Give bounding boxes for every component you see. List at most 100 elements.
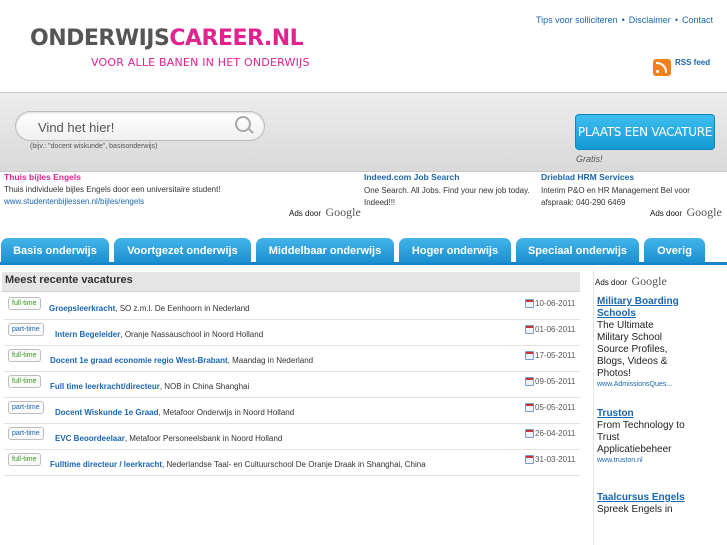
ads-by-google-right[interactable]: Ads door Google <box>650 203 722 221</box>
job-type-badge: full-time <box>8 375 41 388</box>
vacancy-location: Noord Holland <box>212 330 264 339</box>
vacancy-org: Metafoor Onderwijs <box>162 408 233 417</box>
vacancy-location: Shanghai, China <box>366 460 426 469</box>
link-separator: • <box>674 15 678 25</box>
vacancy-date: 10-06-2011 <box>535 299 576 308</box>
ads-by-label: Ads door <box>289 209 322 218</box>
logo-text-part1: ONDERWIJS <box>30 26 170 51</box>
sidebar-ad: Taalcursus Engels Spreek Engels in <box>594 492 686 516</box>
vacancy-title-link[interactable]: Groepsleerkracht <box>49 304 115 313</box>
link-tips[interactable]: Tips voor solliciteren <box>536 15 618 25</box>
site-logo[interactable]: ONDERWIJSCAREER.NL <box>30 26 304 51</box>
vacancy-date: 05-05-2011 <box>535 403 576 412</box>
calendar-icon <box>525 455 534 464</box>
ad-url[interactable]: www.truston.nl <box>597 456 686 466</box>
vacancy-title-link[interactable]: Docent 1e graad economie regio West-Brab… <box>50 356 228 365</box>
vacancy-date: 09-05-2011 <box>535 377 576 386</box>
vacancy-title-link[interactable]: Fulltime directeur / leerkracht <box>50 460 162 469</box>
vacancy-text: Docent 1e graad economie regio West-Brab… <box>50 356 314 365</box>
vacancy-in: in <box>203 330 210 339</box>
rss-icon[interactable] <box>653 59 671 76</box>
tab-middelbaar-onderwijs[interactable]: Middelbaar onderwijs <box>256 238 394 263</box>
ad-title[interactable]: Taalcursus Engels <box>597 492 686 504</box>
calendar-icon <box>525 299 534 308</box>
vacancy-text: Docent Wiskunde 1e Graad, Metafoor Onder… <box>55 408 295 417</box>
vacancy-date: 26-04-2011 <box>535 429 576 438</box>
ads-by-google-left[interactable]: Ads door Google <box>289 203 361 221</box>
job-type-badge: part-time <box>8 323 44 336</box>
sidebar-ad: Truston From Technology to Trust Applica… <box>594 408 686 466</box>
vacancy-row[interactable]: full-time Fulltime directeur / leerkrach… <box>4 450 580 476</box>
job-type-badge: part-time <box>8 427 44 440</box>
ad-url[interactable]: www.AdmissionsQues... <box>597 380 686 390</box>
google-logo: Google <box>325 205 361 219</box>
link-separator: • <box>621 15 625 25</box>
vacancy-row[interactable]: full-time Docent 1e graad economie regio… <box>4 346 580 372</box>
vacancy-text: Fulltime directeur / leerkracht, Nederla… <box>50 460 426 469</box>
calendar-icon <box>525 377 534 386</box>
vacancy-in: in <box>204 304 211 313</box>
calendar-icon <box>525 325 534 334</box>
vacancy-org: NOB <box>164 382 182 391</box>
ad-title[interactable]: Military Boarding Schools <box>597 296 686 320</box>
ad-body: One Search. All Jobs. Find your new job … <box>364 186 530 207</box>
ad-title[interactable]: Truston <box>597 408 686 420</box>
ad-body: From Technology to Trust Applicatiebehee… <box>597 420 685 455</box>
ad-body: Thuis individuele bijles Engels door een… <box>4 185 221 194</box>
search-icon[interactable] <box>235 116 251 132</box>
vacancy-title-link[interactable]: EVC Beoordeelaar <box>55 434 125 443</box>
tab-overig[interactable]: Overig <box>644 238 705 263</box>
rss-feed-link[interactable]: RSS feed <box>675 58 710 67</box>
vacancy-row[interactable]: part-time Docent Wiskunde 1e Graad, Meta… <box>4 398 580 424</box>
tab-basis-onderwijs[interactable]: Basis onderwijs <box>1 238 109 263</box>
ads-by-label: Ads door <box>650 209 683 218</box>
post-vacancy-button[interactable]: PLAATS EEN VACATURE <box>575 114 715 150</box>
job-type-badge: full-time <box>8 349 41 362</box>
vacancy-row[interactable]: part-time EVC Beoordeelaar, Metafoor Per… <box>4 424 580 450</box>
sidebar-ad: Military Boarding Schools The Ultimate M… <box>594 296 686 390</box>
vacancy-in: in <box>234 408 241 417</box>
vacancy-location: Nederland <box>276 356 314 365</box>
link-disclaimer[interactable]: Disclaimer <box>629 15 671 25</box>
vacancy-location: China Shanghai <box>192 382 250 391</box>
vacancy-date: 17-05-2011 <box>535 351 576 360</box>
vacancy-org: Maandag <box>232 356 266 365</box>
vacancy-location: Noord Holland <box>243 408 295 417</box>
search-input[interactable] <box>36 116 230 138</box>
ads-by-label: Ads door <box>595 278 628 287</box>
calendar-icon <box>525 429 534 438</box>
vacancy-title-link[interactable]: Full time leerkracht/directeur <box>50 382 160 391</box>
job-type-badge: full-time <box>8 453 41 466</box>
vacancy-org: Nederlandse Taal- en Cultuurschool De Or… <box>166 460 356 469</box>
ad-title[interactable]: Thuis bijles Engels <box>4 172 356 182</box>
vacancy-title-link[interactable]: Docent Wiskunde 1e Graad <box>55 408 159 417</box>
ad-title[interactable]: Drieblad HRM Services <box>541 172 719 182</box>
vacancy-in: in <box>358 460 365 469</box>
tab-hoger-onderwijs[interactable]: Hoger onderwijs <box>399 238 511 263</box>
vacancy-row[interactable]: full-time Full time leerkracht/directeur… <box>4 372 580 398</box>
vacancy-row[interactable]: part-time Intern Begeleider, Oranje Nass… <box>4 320 580 346</box>
search-box <box>15 111 265 141</box>
google-logo: Google <box>686 205 722 219</box>
list-title: Meest recente vacatures <box>5 274 133 286</box>
vacancy-org: Oranje Nassauschool <box>124 330 202 339</box>
vacancy-text: Full time leerkracht/directeur, NOB in C… <box>50 382 250 391</box>
link-contact[interactable]: Contact <box>682 15 713 25</box>
vacancy-title-link[interactable]: Intern Begeleider <box>55 330 120 339</box>
tab-voortgezet-onderwijs[interactable]: Voortgezet onderwijs <box>114 238 251 263</box>
vacancy-row[interactable]: full-time Groepsleerkracht, SO z.m.l. De… <box>4 294 580 320</box>
top-links: Tips voor solliciteren • Disclaimer • Contac… <box>536 15 713 25</box>
vacancy-in: in <box>183 382 191 391</box>
google-logo: Google <box>631 274 667 288</box>
ads-by-google-sidebar[interactable]: Ads door Google <box>594 272 686 290</box>
job-type-badge: full-time <box>8 297 41 310</box>
tab-speciaal-onderwijs[interactable]: Speciaal onderwijs <box>516 238 639 263</box>
vacancy-location: Noord Holland <box>231 434 283 443</box>
ad-body: The Ultimate Military School Source Prof… <box>597 320 668 379</box>
vacancy-text: Groepsleerkracht, SO z.m.l. De Eenhoorn … <box>49 304 250 313</box>
vacancy-in: in <box>222 434 229 443</box>
gratis-label: Gratis! <box>576 154 603 164</box>
ad-title[interactable]: Indeed.com Job Search <box>364 172 536 182</box>
calendar-icon <box>525 351 534 360</box>
ad-strip-middle: Indeed.com Job Search One Search. All Jo… <box>364 172 536 214</box>
